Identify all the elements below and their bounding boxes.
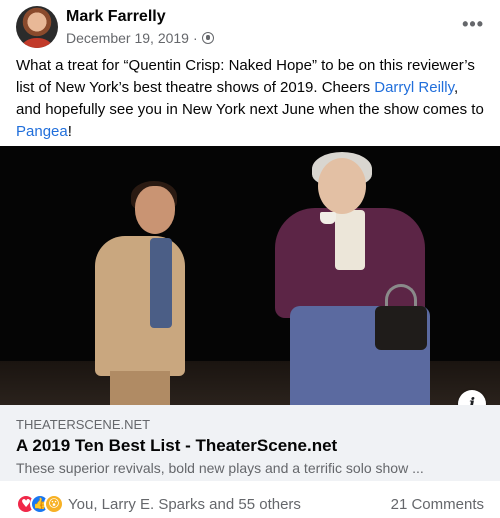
- reaction-icons[interactable]: ♥ 👍 😮: [16, 493, 76, 515]
- avatar[interactable]: [16, 6, 58, 48]
- actor-scarf: [150, 238, 172, 328]
- comments-count[interactable]: 21 Comments: [391, 496, 484, 513]
- actress-head: [318, 158, 366, 214]
- actor-head: [135, 186, 175, 234]
- avatar-shirt: [22, 38, 52, 48]
- mention-darryl-reilly[interactable]: Darryl Reilly: [374, 79, 454, 96]
- actress-collar: [335, 210, 365, 270]
- actor-legs: [110, 371, 170, 405]
- wow-icon: 😮: [44, 494, 64, 514]
- facebook-post: Mark Farrelly December 19, 2019 · ••• Wh…: [0, 0, 500, 518]
- handbag: [375, 306, 427, 350]
- post-header: Mark Farrelly December 19, 2019 · •••: [16, 6, 486, 50]
- post-date[interactable]: December 19, 2019: [66, 30, 189, 46]
- post-meta: December 19, 2019 ·: [66, 30, 214, 46]
- teacup: [320, 212, 336, 224]
- author-name[interactable]: Mark Farrelly: [66, 8, 166, 26]
- globe-icon[interactable]: [201, 32, 214, 44]
- post-photo[interactable]: [0, 146, 500, 405]
- link-preview-card[interactable]: THEATERSCENE.NET A 2019 Ten Best List - …: [0, 405, 500, 481]
- post-text-part: !: [67, 123, 72, 140]
- mention-pangea[interactable]: Pangea: [16, 123, 68, 140]
- meta-separator: ·: [192, 30, 198, 46]
- link-title: A 2019 Ten Best List - TheaterScene.net: [16, 436, 338, 455]
- reactions-summary[interactable]: You, Larry E. Sparks and 55 others: [68, 496, 301, 513]
- post-text: What a treat for “Quentin Crisp: Naked H…: [16, 55, 486, 143]
- link-description: These superior revivals, bold new plays …: [16, 460, 424, 476]
- reactions-bar: ♥ 👍 😮 You, Larry E. Sparks and 55 others…: [16, 493, 486, 515]
- more-options-button[interactable]: •••: [462, 14, 484, 35]
- link-domain: THEATERSCENE.NET: [16, 417, 151, 432]
